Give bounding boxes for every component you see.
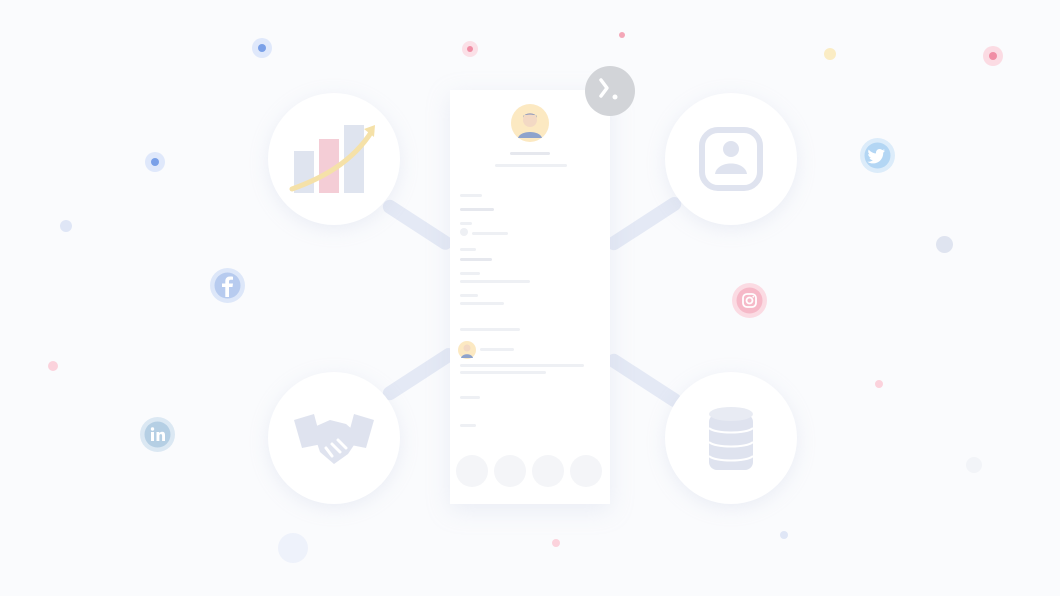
profile-subtitle-placeholder: [495, 164, 567, 167]
linkedin-icon[interactable]: [140, 417, 175, 452]
field-label: [460, 424, 476, 427]
action-button-1[interactable]: [456, 455, 488, 487]
action-button-2[interactable]: [494, 455, 526, 487]
decor-dot: [60, 220, 72, 232]
field-label: [460, 396, 480, 399]
twitter-icon[interactable]: [860, 138, 895, 173]
decor-dot: [467, 46, 473, 52]
field-label: [460, 294, 478, 297]
instagram-icon[interactable]: [732, 283, 767, 318]
comment-author: [480, 348, 514, 351]
decor-dot: [824, 48, 836, 60]
decor-dot: [875, 380, 883, 388]
comment-text: [460, 371, 546, 374]
field-label: [460, 222, 472, 225]
decor-dot: [966, 457, 982, 473]
decor-dot: [151, 158, 159, 166]
field-value: [460, 258, 492, 261]
field-value: [460, 280, 530, 283]
database-icon: [708, 407, 754, 470]
comment-avatar: [458, 341, 476, 359]
bar-chart-growth-icon: [289, 125, 375, 193]
field-value: [460, 302, 504, 305]
decor-dot: [936, 236, 953, 253]
action-button-3[interactable]: [532, 455, 564, 487]
decor-dot: [48, 361, 58, 371]
decor-dot: [619, 32, 625, 38]
profile-name-placeholder: [510, 152, 550, 155]
profile-card: [450, 90, 610, 504]
terminal-icon: [599, 78, 618, 100]
integration-diagram: [0, 0, 1060, 596]
field-label: [460, 272, 480, 275]
field-label: [460, 194, 482, 197]
facebook-icon[interactable]: [210, 268, 245, 303]
decor-dot: [780, 531, 788, 539]
handshake-icon: [294, 414, 374, 464]
action-button-4[interactable]: [570, 455, 602, 487]
hub-profile[interactable]: [665, 93, 797, 225]
field-label: [460, 248, 476, 251]
user-profile-icon: [699, 127, 763, 191]
decor-dot: [552, 539, 560, 547]
hub-analytics[interactable]: [268, 93, 400, 225]
user-avatar-icon[interactable]: [511, 104, 549, 142]
decor-dot: [258, 44, 266, 52]
terminal-badge[interactable]: [585, 66, 635, 116]
mini-avatar: [460, 228, 468, 236]
field-value: [472, 232, 508, 235]
decor-dot: [989, 52, 997, 60]
hub-partnership[interactable]: [268, 372, 400, 504]
hub-database[interactable]: [665, 372, 797, 504]
field-value: [460, 208, 494, 211]
comment-text: [460, 364, 584, 367]
section-divider: [460, 328, 520, 331]
decor-dot: [278, 533, 308, 563]
